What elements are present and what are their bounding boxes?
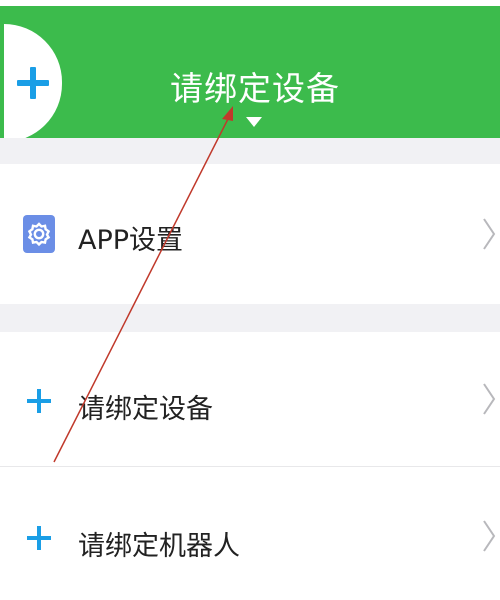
- menu-item-label: 请绑定机器人: [78, 531, 240, 562]
- section-gap: [0, 138, 500, 164]
- plus-icon: [27, 526, 51, 550]
- header-bar: 请绑定设备: [0, 0, 500, 142]
- menu-item-label: 请绑定设备: [78, 394, 213, 425]
- device-selector-title[interactable]: 请绑定设备: [0, 62, 500, 110]
- plus-icon-wrapper: [14, 513, 64, 563]
- menu-item-label: APP设置: [78, 225, 184, 256]
- plus-icon: [27, 389, 51, 413]
- gear-icon: [23, 215, 55, 253]
- plus-icon-wrapper: [14, 376, 64, 426]
- gear-icon-wrapper: [14, 209, 64, 259]
- chevron-right-icon: [483, 520, 496, 552]
- menu-item-bind-robot[interactable]: 请绑定机器人: [0, 467, 500, 600]
- menu-item-app-settings[interactable]: APP设置: [0, 164, 500, 304]
- chevron-right-icon: [483, 218, 496, 250]
- chevron-right-icon: [483, 383, 496, 415]
- section-gap: [0, 304, 500, 332]
- caret-down-icon[interactable]: [246, 117, 262, 127]
- app-screen: 请绑定设备 APP设置 请绑定设备 请绑定机器人: [0, 0, 500, 600]
- menu-item-bind-device[interactable]: 请绑定设备: [0, 332, 500, 466]
